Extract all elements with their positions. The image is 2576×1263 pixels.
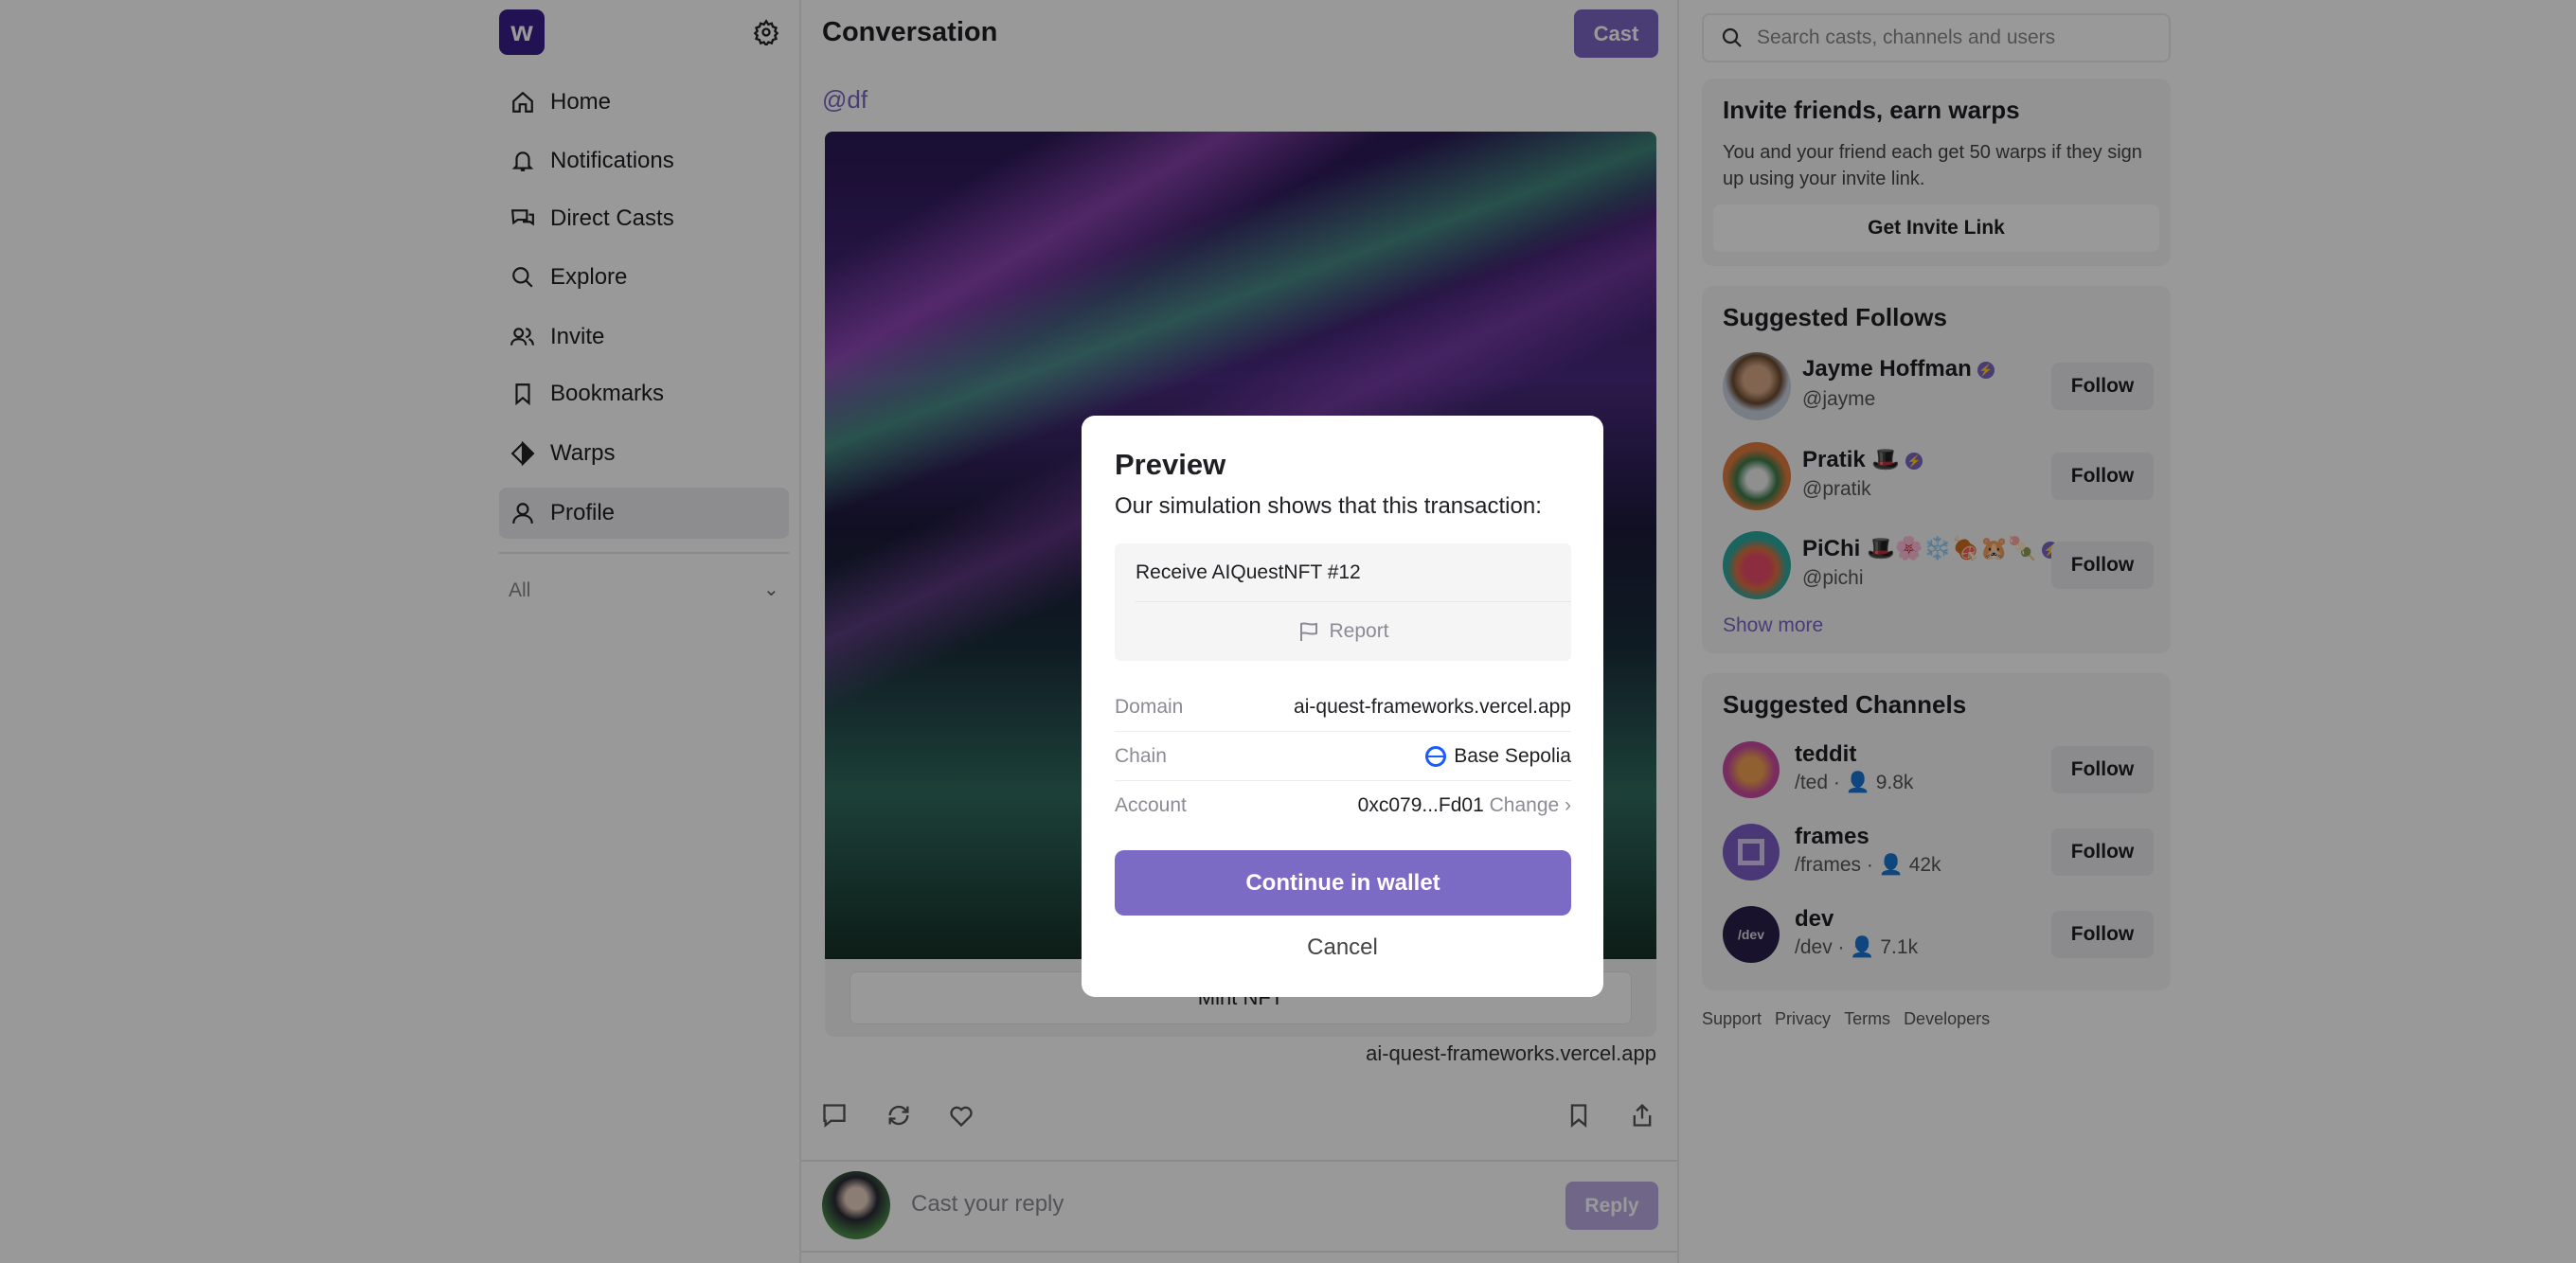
report-button[interactable]: Report [1115, 602, 1571, 661]
report-label: Report [1329, 620, 1389, 642]
change-account-button[interactable]: Change › [1490, 794, 1571, 816]
chain-value: Base Sepolia [1454, 744, 1571, 767]
row-label: Chain [1115, 744, 1167, 767]
cancel-button[interactable]: Cancel [1082, 934, 1603, 961]
receive-item: Receive AIQuestNFT #12 [1136, 543, 1571, 602]
modal-title: Preview [1115, 448, 1226, 481]
continue-in-wallet-button[interactable]: Continue in wallet [1115, 850, 1571, 916]
transaction-preview-modal: Preview Our simulation shows that this t… [1082, 416, 1603, 997]
domain-row: Domain ai-quest-frameworks.vercel.app [1115, 683, 1571, 732]
chain-row: Chain Base Sepolia [1115, 732, 1571, 781]
base-chain-icon [1425, 745, 1447, 767]
modal-subtitle: Our simulation shows that this transacti… [1115, 493, 1542, 519]
flag-icon [1300, 622, 1318, 641]
row-label: Domain [1115, 695, 1184, 718]
domain-value: ai-quest-frameworks.vercel.app [1294, 695, 1571, 718]
account-row: Account 0xc079...Fd01 Change › [1115, 781, 1571, 830]
row-label: Account [1115, 794, 1187, 816]
account-value: 0xc079...Fd01 [1357, 794, 1484, 816]
simulation-box: Receive AIQuestNFT #12 Report [1115, 543, 1571, 661]
